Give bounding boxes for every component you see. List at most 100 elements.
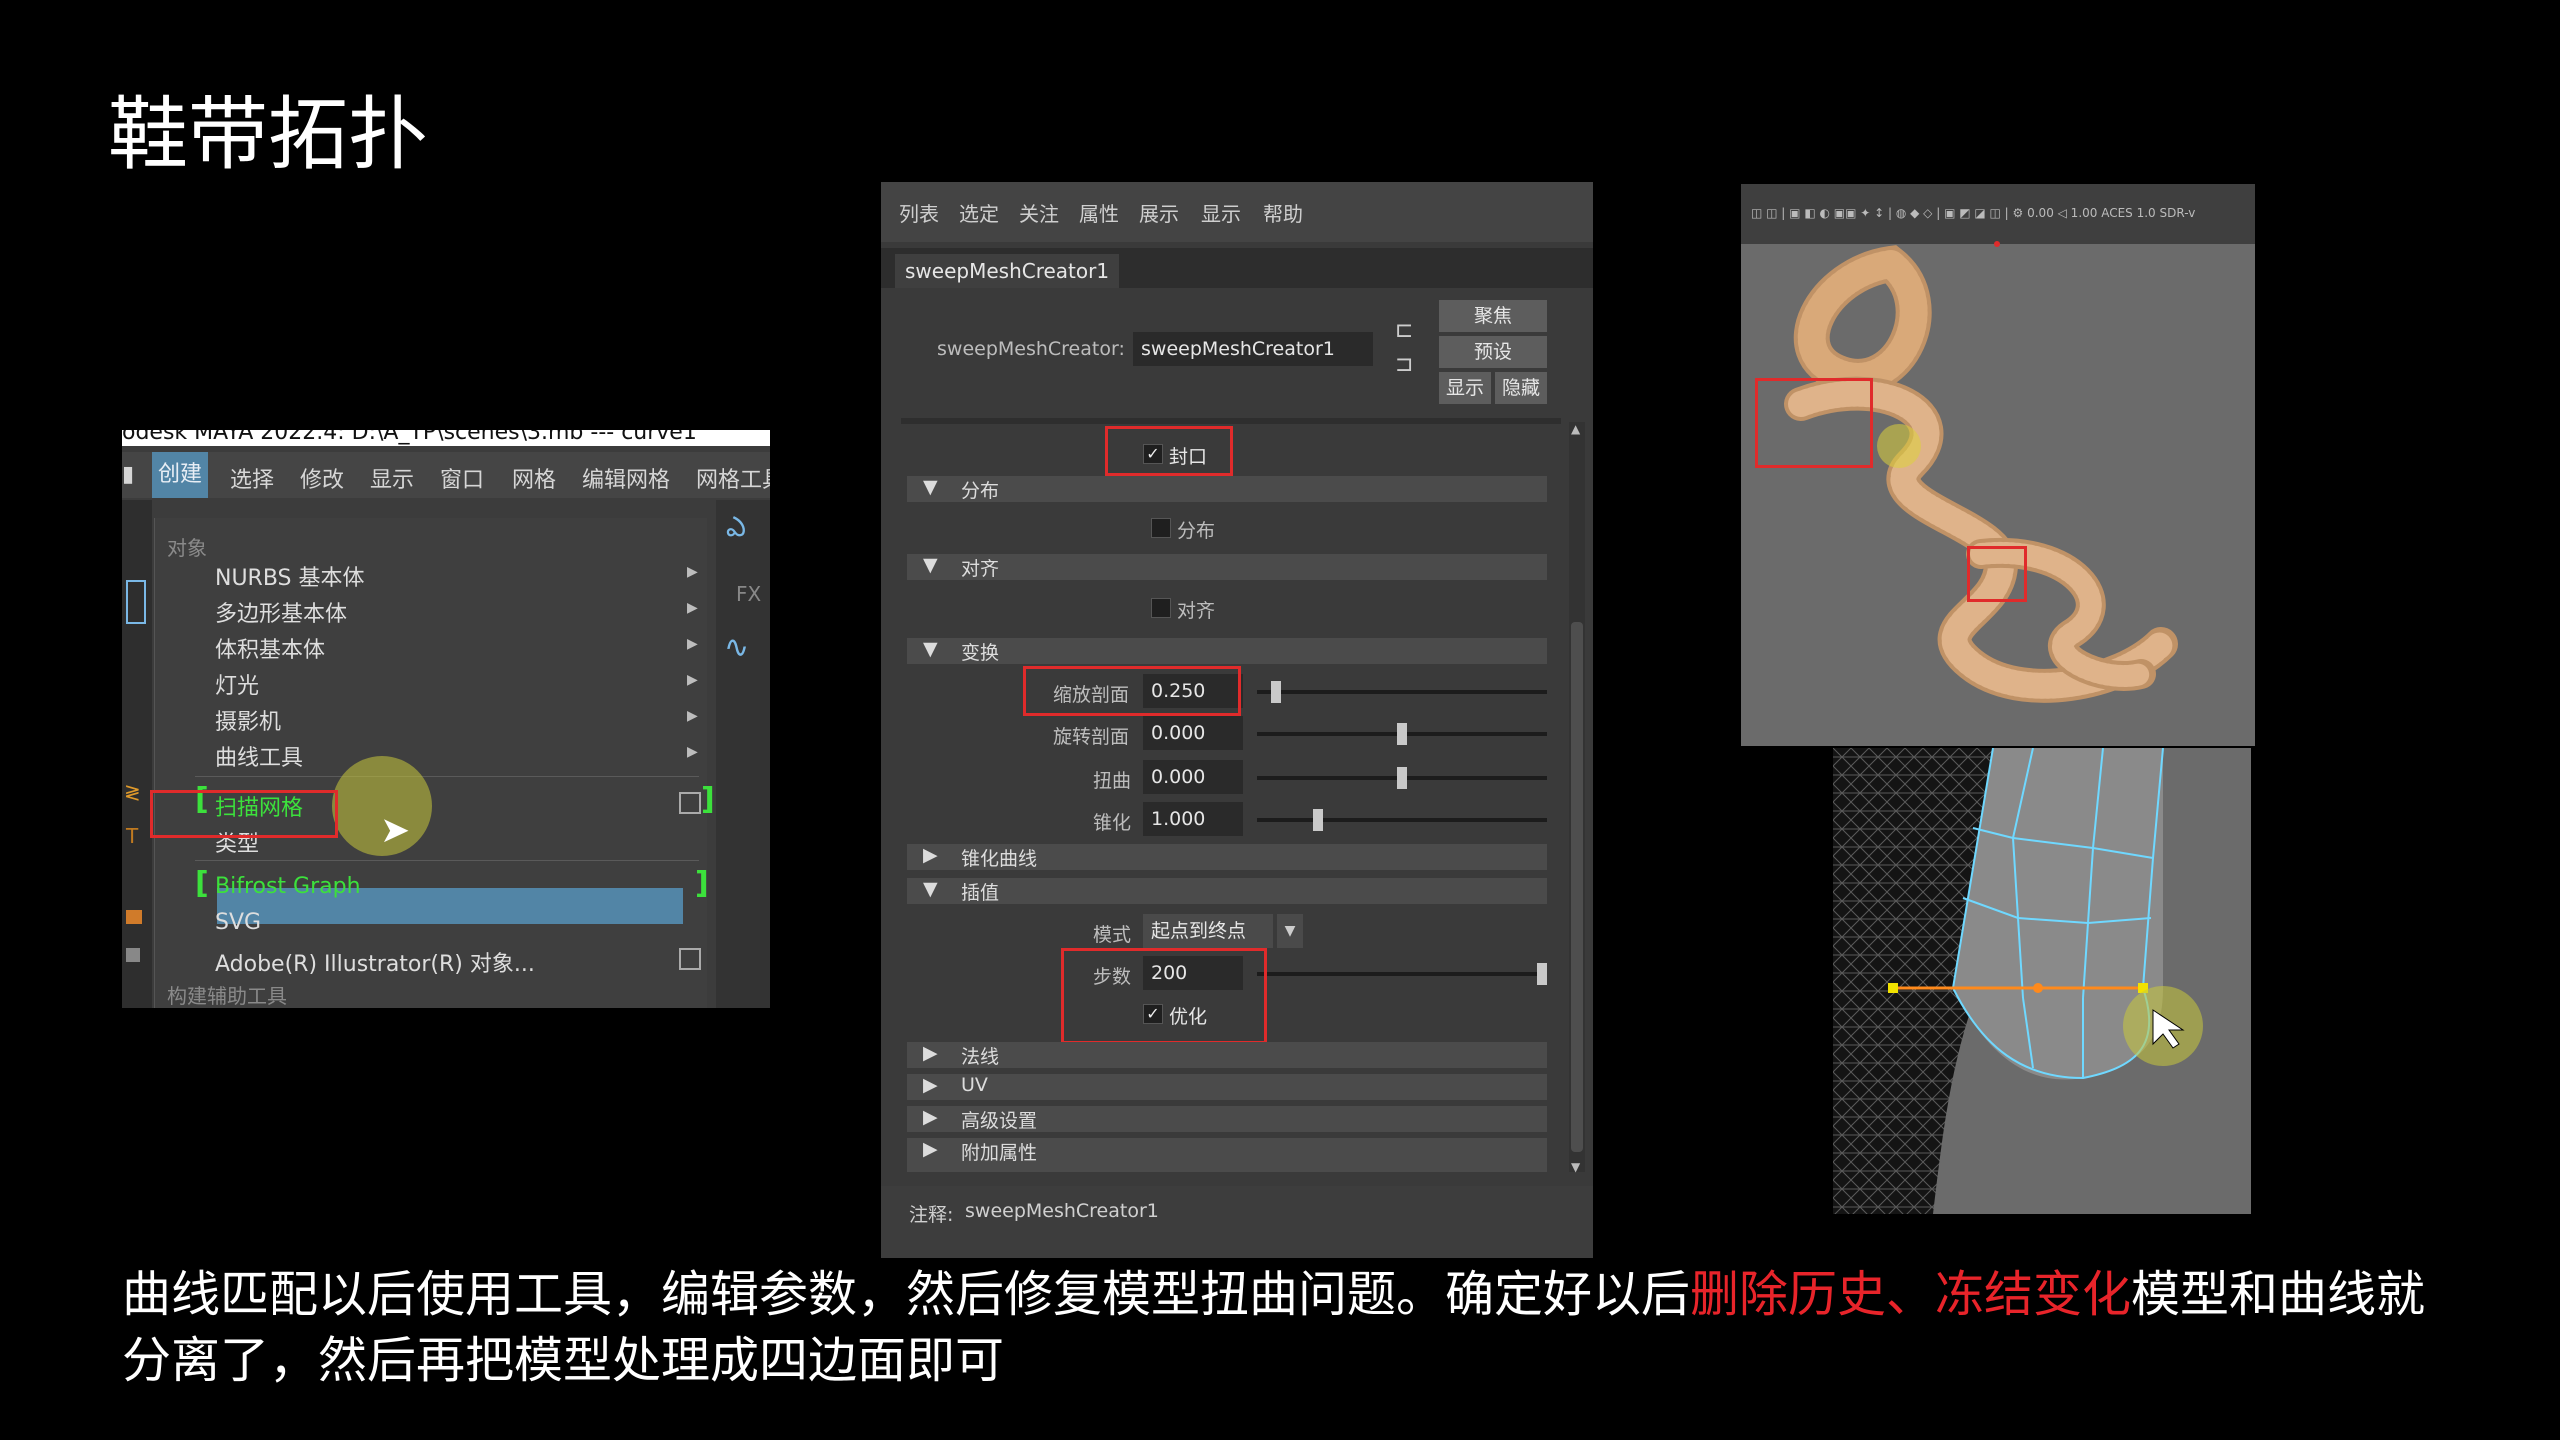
twist-field[interactable]: 0.000	[1143, 760, 1243, 794]
section-extra-attributes[interactable]: ▶ 附加属性	[907, 1138, 1547, 1172]
red-highlight-box	[1023, 666, 1241, 716]
maya-create-menu-screenshot: odesk MAYA 2022.4: D:\A_TP\scenes\3.mb -…	[122, 430, 770, 1008]
section-distribution-label: 分布	[961, 480, 1000, 502]
scale-profile-slider-knob[interactable]	[1271, 681, 1281, 703]
distribution-checkbox[interactable]	[1151, 518, 1171, 538]
menu-mesh[interactable]: 网格	[512, 462, 556, 494]
steps-slider-knob[interactable]	[1537, 963, 1547, 985]
focus-output-icon[interactable]: ⊐	[1395, 352, 1413, 377]
section-transform-label: 变换	[961, 642, 1000, 664]
red-highlight-box	[1967, 546, 2027, 602]
maya-titlebar: odesk MAYA 2022.4: D:\A_TP\scenes\3.mb -…	[122, 430, 770, 446]
caption-text-1: 曲线匹配以后使用工具，编辑参数，然后修复模型扭曲问题。确定好以后	[122, 1266, 1691, 1323]
menu-item-nurbs[interactable]: NURBS 基本体	[215, 560, 365, 592]
red-highlight-box	[150, 790, 338, 838]
expand-right-icon: ▶	[923, 1042, 938, 1064]
submenu-arrow-icon: ▶	[687, 708, 698, 724]
maya-left-toolbar: ≷ T	[122, 500, 152, 1008]
section-normals-label: 法线	[961, 1046, 1000, 1068]
submenu-arrow-icon: ▶	[687, 564, 698, 580]
attr-menu-selected[interactable]: 选定	[959, 198, 999, 227]
taper-slider-knob[interactable]	[1313, 809, 1323, 831]
twist-slider-knob[interactable]	[1397, 767, 1407, 789]
notes-label: 注释:	[909, 1204, 954, 1226]
menu-create[interactable]: 创建	[152, 452, 209, 498]
maya-right-toolbar: ఎ FX ∿	[716, 500, 770, 1008]
section-advanced-label: 高级设置	[961, 1110, 1038, 1132]
menu-separator	[195, 776, 699, 777]
node-name-label: sweepMeshCreator:	[937, 338, 1125, 360]
menu-item-cameras[interactable]: 摄影机	[215, 704, 281, 736]
rotate-profile-slider-knob[interactable]	[1397, 723, 1407, 745]
section-distribution[interactable]: ▼ 分布	[907, 476, 1547, 502]
notes-area: 注释: sweepMeshCreator1	[881, 1186, 1593, 1258]
tab-sweep-mesh-creator[interactable]: sweepMeshCreator1	[895, 254, 1120, 288]
menu-item-polygon[interactable]: 多边形基本体	[215, 596, 347, 628]
attribute-editor-screenshot: 列表 选定 关注 属性 展示 显示 帮助 sweepMeshCreator1 s…	[881, 182, 1593, 1258]
scroll-down-icon[interactable]: ▼	[1571, 1160, 1580, 1174]
chevron-down-icon[interactable]: ▼	[1277, 914, 1303, 948]
menubar-left-edge: ▮	[122, 462, 135, 487]
scroll-up-icon[interactable]: ▲	[1571, 422, 1580, 436]
section-alignment[interactable]: ▼ 对齐	[907, 554, 1547, 580]
attr-menu-list[interactable]: 列表	[899, 198, 939, 227]
focus-button[interactable]: 聚焦	[1439, 300, 1547, 332]
collapse-down-icon: ▼	[923, 554, 938, 576]
attr-menu-attributes[interactable]: 属性	[1079, 198, 1119, 227]
option-box-icon[interactable]	[679, 948, 701, 970]
expand-right-icon: ▶	[923, 1138, 938, 1160]
menu-item-lights[interactable]: 灯光	[215, 668, 259, 700]
menu-separator	[195, 860, 699, 861]
selected-vertex	[1888, 983, 1898, 993]
menu-item-svg[interactable]: SVG	[215, 910, 261, 935]
menu-windows[interactable]: 窗口	[440, 462, 484, 494]
type-icon: T	[126, 824, 139, 848]
section-transform[interactable]: ▼ 变换	[907, 638, 1547, 664]
section-taper-curve-label: 锥化曲线	[961, 848, 1038, 870]
collapse-down-icon: ▼	[923, 878, 938, 900]
focus-input-icon[interactable]: ⊏	[1395, 318, 1413, 343]
scale-profile-slider[interactable]	[1257, 690, 1547, 694]
attr-menu-show[interactable]: 展示	[1139, 198, 1179, 227]
maya-titlebar-text: odesk MAYA 2022.4: D:\A_TP\scenes\3.mb -…	[122, 430, 697, 445]
menu-mesh-tools[interactable]: 网格工具	[696, 462, 770, 494]
attr-menu-help[interactable]: 帮助	[1263, 198, 1303, 227]
mode-dropdown[interactable]: 起点到终点	[1143, 914, 1273, 948]
sweep-mesh-icon: ≷	[124, 780, 141, 804]
section-advanced[interactable]: ▶ 高级设置	[907, 1106, 1547, 1132]
menu-item-illustrator[interactable]: Adobe(R) Illustrator(R) 对象...	[215, 946, 535, 978]
section-normals[interactable]: ▶ 法线	[907, 1042, 1547, 1068]
taper-slider[interactable]	[1257, 818, 1547, 822]
menu-item-volume[interactable]: 体积基本体	[215, 632, 325, 664]
menu-item-curve-tools[interactable]: 曲线工具	[215, 740, 303, 772]
caption-highlight: 删除历史、冻结变化	[1690, 1266, 2132, 1323]
illustrator-icon	[126, 948, 140, 962]
menu-modify[interactable]: 修改	[300, 462, 344, 494]
rotate-profile-field[interactable]: 0.000	[1143, 716, 1243, 750]
twist-label: 扭曲	[1093, 770, 1132, 792]
menu-select[interactable]: 选择	[230, 462, 274, 494]
attr-menu-display[interactable]: 显示	[1201, 198, 1241, 227]
mouse-cursor-icon: ➤	[380, 810, 411, 851]
hide-button[interactable]: 隐藏	[1495, 372, 1547, 404]
presets-button[interactable]: 预设	[1439, 336, 1547, 368]
menu-display[interactable]: 显示	[370, 462, 414, 494]
menu-edit-mesh[interactable]: 编辑网格	[582, 462, 670, 494]
option-box-icon[interactable]	[679, 792, 701, 814]
fx-label: FX	[736, 582, 762, 606]
menu-item-bifrost[interactable]: Bifrost Graph	[215, 874, 361, 899]
section-interpolation-label: 插值	[961, 882, 1000, 904]
attr-menu-focus[interactable]: 关注	[1019, 198, 1059, 227]
node-name-field[interactable]: sweepMeshCreator1	[1133, 332, 1373, 366]
attr-scrollbar-thumb[interactable]	[1571, 622, 1583, 1152]
alignment-checkbox[interactable]	[1151, 598, 1171, 618]
steps-slider[interactable]	[1257, 972, 1547, 976]
section-interpolation[interactable]: ▼ 插值	[907, 878, 1547, 904]
edge-midpoint	[2033, 983, 2043, 993]
section-uv[interactable]: ▶ UV	[907, 1074, 1547, 1100]
taper-field[interactable]: 1.000	[1143, 802, 1243, 836]
bracket-right: ]	[701, 782, 715, 817]
slide-title: 鞋带拓扑	[108, 88, 428, 181]
section-taper-curve[interactable]: ▶ 锥化曲线	[907, 844, 1547, 870]
show-button[interactable]: 显示	[1439, 372, 1491, 404]
